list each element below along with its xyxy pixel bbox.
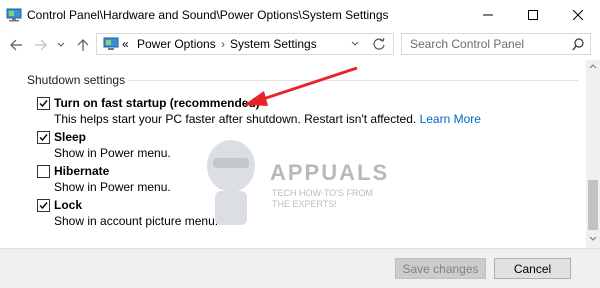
maximize-button[interactable]	[510, 0, 555, 30]
lock-checkbox[interactable]	[37, 199, 50, 212]
sleep-description: Show in Power menu.	[54, 146, 171, 160]
hibernate-label[interactable]: Hibernate	[54, 164, 109, 178]
learn-more-link[interactable]: Learn More	[420, 112, 481, 126]
close-icon	[572, 10, 583, 20]
section-divider	[128, 80, 578, 81]
refresh-icon[interactable]	[372, 37, 386, 51]
scroll-up-icon[interactable]	[589, 63, 597, 69]
hibernate-description: Show in Power menu.	[54, 180, 171, 194]
watermark-title: APPUALS	[270, 160, 390, 185]
watermark-subtitle-line2: THE EXPERTS!	[272, 199, 337, 209]
close-button[interactable]	[555, 0, 600, 30]
lock-label[interactable]: Lock	[54, 198, 82, 212]
watermark-subtitle-line1: TECH HOW-TO'S FROM	[272, 188, 373, 198]
control-panel-icon	[103, 37, 119, 50]
search-input[interactable]: Search Control Panel	[401, 33, 591, 55]
sleep-checkbox[interactable]	[37, 131, 50, 144]
search-icon[interactable]	[572, 38, 585, 51]
fast-startup-label[interactable]: Turn on fast startup (recommended)	[54, 96, 260, 110]
watermark-subtitle: TECH HOW-TO'S FROM THE EXPERTS!	[272, 188, 373, 210]
recent-locations-chevron-icon[interactable]	[57, 38, 65, 52]
section-title: Shutdown settings	[27, 73, 126, 87]
checkmark-icon	[39, 202, 48, 210]
checkmark-icon	[39, 100, 48, 108]
vertical-scrollbar[interactable]	[586, 60, 600, 248]
up-arrow-icon[interactable]	[76, 38, 90, 52]
breadcrumb-power-options[interactable]: Power Options	[137, 37, 216, 51]
forward-arrow-icon[interactable]	[34, 38, 48, 52]
fast-startup-checkbox[interactable]	[37, 97, 50, 110]
breadcrumb-overflow[interactable]: «	[122, 37, 129, 51]
address-dropdown-icon[interactable]	[351, 40, 359, 48]
back-arrow-icon[interactable]	[9, 38, 23, 52]
cancel-button[interactable]: Cancel	[494, 258, 571, 279]
breadcrumb-separator-icon: ›	[221, 37, 225, 51]
address-bar[interactable]: « Power Options › System Settings	[96, 33, 394, 55]
scroll-down-icon[interactable]	[589, 236, 597, 242]
save-changes-button[interactable]: Save changes	[395, 258, 486, 279]
fast-startup-description: This helps start your PC faster after sh…	[54, 112, 481, 126]
sleep-label[interactable]: Sleep	[54, 130, 86, 144]
scrollbar-thumb[interactable]	[588, 180, 598, 230]
title-bar: Control Panel\Hardware and Sound\Power O…	[0, 0, 600, 30]
maximize-icon	[527, 10, 538, 20]
minimize-icon	[482, 14, 493, 16]
search-placeholder: Search Control Panel	[410, 37, 525, 51]
breadcrumb-system-settings[interactable]: System Settings	[230, 37, 317, 51]
lock-description: Show in account picture menu.	[54, 214, 219, 228]
control-panel-icon	[6, 8, 22, 22]
checkmark-icon	[39, 134, 48, 142]
window-title: Control Panel\Hardware and Sound\Power O…	[27, 8, 389, 22]
fast-startup-description-text: This helps start your PC faster after sh…	[54, 112, 417, 126]
minimize-button[interactable]	[465, 0, 510, 30]
hibernate-checkbox[interactable]	[37, 165, 50, 178]
